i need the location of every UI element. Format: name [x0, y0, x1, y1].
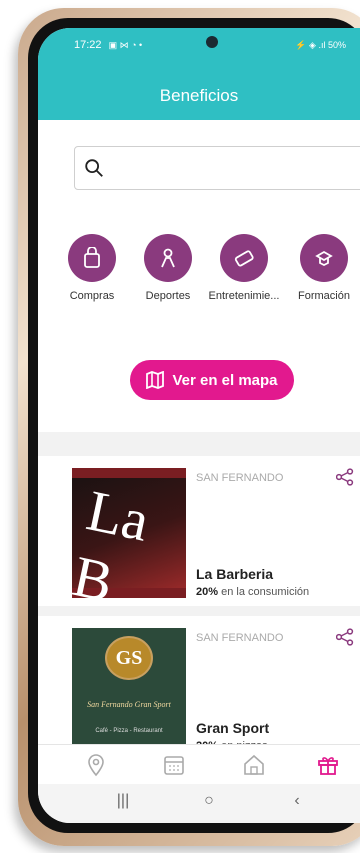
recent-apps-button[interactable]: |||	[108, 792, 138, 810]
la-barberia-image: La B	[72, 468, 186, 598]
category-formacion[interactable]: Formación	[284, 234, 360, 302]
back-button[interactable]: ‹	[282, 792, 312, 810]
category-label: Formación	[298, 290, 350, 302]
category-label: Deportes	[145, 290, 191, 302]
app-header: 17:22 ▣ ⋈ ◔ • ⚡ ◈ .ıl 50% Beneficios	[38, 28, 360, 120]
system-navigation-bar: ||| ○ ‹	[38, 784, 360, 823]
share-icon[interactable]	[336, 468, 354, 486]
gift-icon[interactable]	[316, 753, 340, 777]
card-city: SAN FERNANDO	[196, 632, 284, 644]
bottom-navigation	[38, 744, 360, 784]
home-system-button[interactable]: ○	[194, 792, 224, 810]
view-map-label: Ver en el mapa	[172, 371, 278, 389]
category-label: Compras	[69, 290, 115, 302]
ticket-icon	[220, 234, 268, 282]
calendar-icon[interactable]	[162, 753, 186, 777]
map-icon	[146, 371, 165, 389]
category-compras[interactable]: Compras	[52, 234, 132, 302]
home-icon[interactable]	[242, 753, 266, 777]
card-discount: 20% en la consumición	[196, 586, 310, 598]
category-label: Entretenimie...	[208, 290, 280, 302]
front-camera	[206, 36, 218, 48]
page-title: Beneficios	[159, 86, 239, 105]
card-title: Gran Sport	[196, 720, 270, 736]
card-city: SAN FERNANDO	[196, 472, 284, 484]
category-deportes[interactable]: Deportes	[128, 234, 208, 302]
gs-logo: GS	[105, 636, 153, 680]
category-list: Compras Deportes Entretenimie... Formaci…	[66, 234, 360, 324]
education-icon	[300, 234, 348, 282]
status-time: 17:22 ▣ ⋈ ◔ •	[74, 39, 143, 51]
location-pin-icon[interactable]	[84, 753, 108, 777]
search-input[interactable]	[74, 146, 360, 190]
image-subcaption: Café - Pizza - Restaurant	[95, 728, 163, 734]
share-icon[interactable]	[336, 628, 354, 646]
list-item-la-barberia[interactable]: La B SAN FERNANDO La Barberia 20% en la …	[38, 456, 360, 606]
image-caption: San Fernando Gran Sport	[87, 700, 171, 709]
shopping-bag-icon	[68, 234, 116, 282]
view-map-button[interactable]: Ver en el mapa	[130, 360, 294, 400]
sports-icon	[144, 234, 192, 282]
gran-sport-image: GS San Fernando Gran Sport Café - Pizza …	[72, 628, 186, 758]
search-icon	[85, 159, 103, 177]
app-screen: 17:22 ▣ ⋈ ◔ • ⚡ ◈ .ıl 50% Beneficios Com…	[38, 28, 360, 823]
card-title: La Barberia	[196, 566, 274, 582]
status-right-icons: ⚡ ◈ .ıl 50%	[295, 39, 346, 50]
category-entretenimiento[interactable]: Entretenimie...	[204, 234, 284, 302]
